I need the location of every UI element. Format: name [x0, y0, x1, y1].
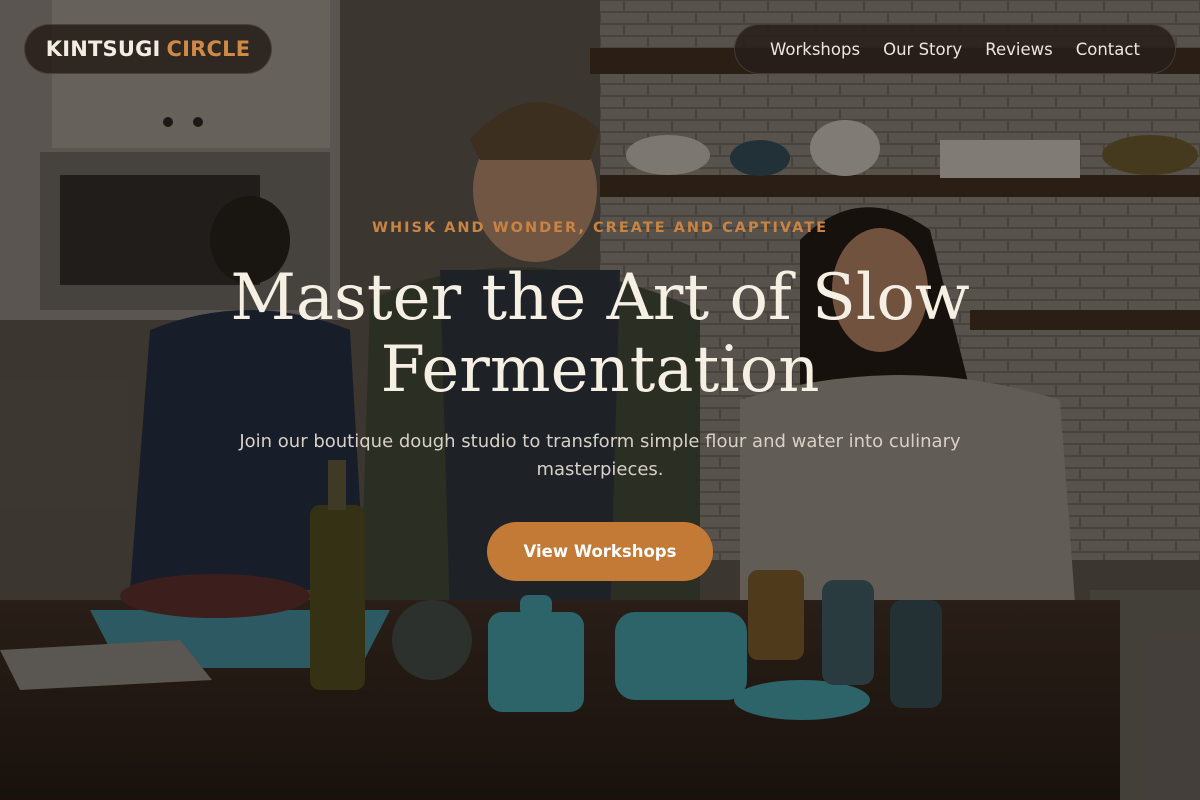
brand-name-accent: CIRCLE: [166, 37, 251, 61]
nav-link-our-story[interactable]: Our Story: [883, 40, 962, 59]
main-nav: Workshops Our Story Reviews Contact: [734, 24, 1176, 74]
brand-name-primary: KINTSUGI: [45, 37, 161, 61]
brand-logo[interactable]: KINTSUGI CIRCLE: [24, 24, 272, 74]
nav-link-contact[interactable]: Contact: [1076, 40, 1140, 59]
hero-background-image: [0, 0, 1200, 800]
nav-link-workshops[interactable]: Workshops: [770, 40, 860, 59]
view-workshops-button[interactable]: View Workshops: [487, 522, 713, 581]
nav-link-reviews[interactable]: Reviews: [985, 40, 1052, 59]
